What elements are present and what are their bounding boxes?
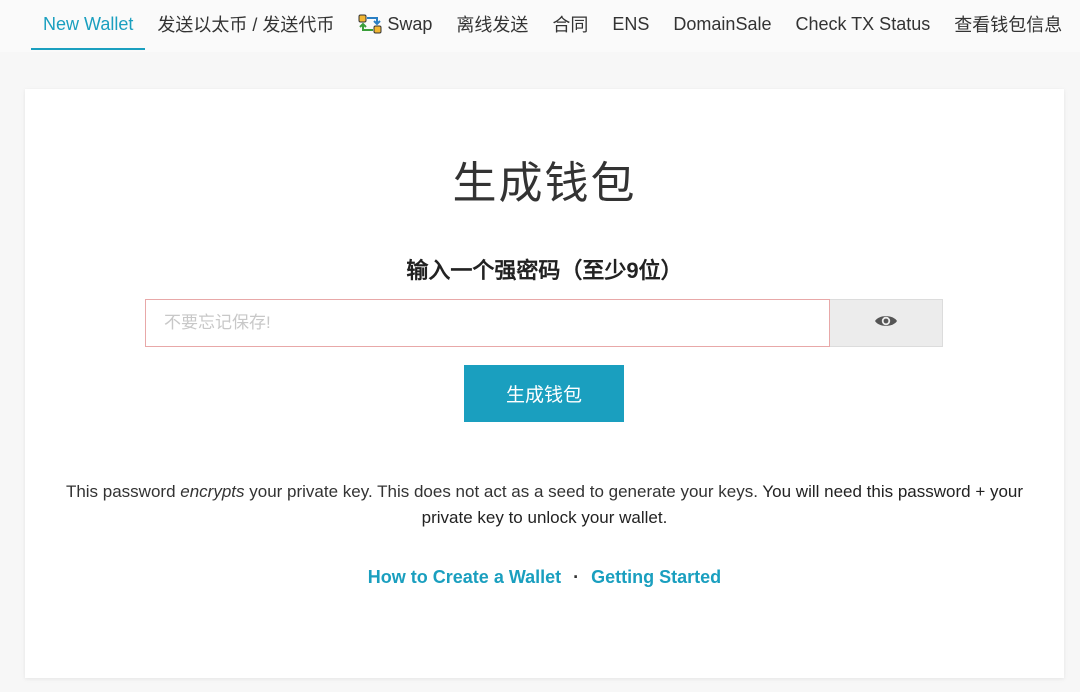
info-text-part: your private key. This does not act as a… (244, 482, 763, 501)
nav-swap[interactable]: Swap (346, 0, 444, 50)
help-links: How to Create a Wallet · Getting Started (25, 567, 1064, 588)
new-wallet-card: 生成钱包 输入一个强密码（至少9位） 生成钱包 This password en… (25, 89, 1064, 678)
nav-label: 离线发送 (456, 15, 529, 35)
nav-check-tx-status[interactable]: Check TX Status (783, 0, 942, 50)
nav-label: 查看钱包信息 (954, 15, 1063, 35)
nav-label: 发送以太币 / 发送代币 (157, 15, 335, 35)
page-title: 生成钱包 (452, 159, 637, 208)
nav-label: Check TX Status (795, 13, 931, 34)
swap-icon (358, 13, 382, 35)
password-info-text: This password encrypts your private key.… (45, 479, 1044, 531)
nav-label: Swap (387, 13, 433, 34)
show-password-toggle[interactable] (830, 299, 943, 347)
info-emphasis: encrypts (180, 482, 245, 501)
link-separator: · (573, 567, 580, 587)
info-text-part: This password (65, 482, 181, 501)
nav-contracts[interactable]: 合同 (540, 0, 600, 50)
getting-started-link[interactable]: Getting Started (591, 567, 721, 587)
nav-new-wallet[interactable]: New Wallet (31, 0, 146, 50)
top-nav: New Wallet 发送以太币 / 发送代币 Swap 离线发送 合同 ENS… (0, 0, 1080, 52)
password-input[interactable] (145, 299, 830, 347)
password-row (145, 299, 943, 347)
nav-label: New Wallet (43, 13, 134, 34)
nav-view-wallet-info[interactable]: 查看钱包信息 (942, 0, 1074, 50)
nav-label: 合同 (552, 15, 589, 35)
nav-send-ether-tokens[interactable]: 发送以太币 / 发送代币 (145, 0, 346, 50)
nav-domainsale[interactable]: DomainSale (661, 0, 783, 50)
nav-offline-send[interactable]: 离线发送 (444, 0, 540, 50)
how-to-create-wallet-link[interactable]: How to Create a Wallet (368, 567, 561, 587)
nav-label: DomainSale (673, 13, 772, 34)
nav-label: ENS (612, 13, 650, 34)
nav-ens[interactable]: ENS (600, 0, 661, 50)
password-label: 输入一个强密码（至少9位） (406, 258, 683, 283)
generate-wallet-button[interactable]: 生成钱包 (464, 365, 624, 422)
eye-icon (874, 313, 898, 334)
